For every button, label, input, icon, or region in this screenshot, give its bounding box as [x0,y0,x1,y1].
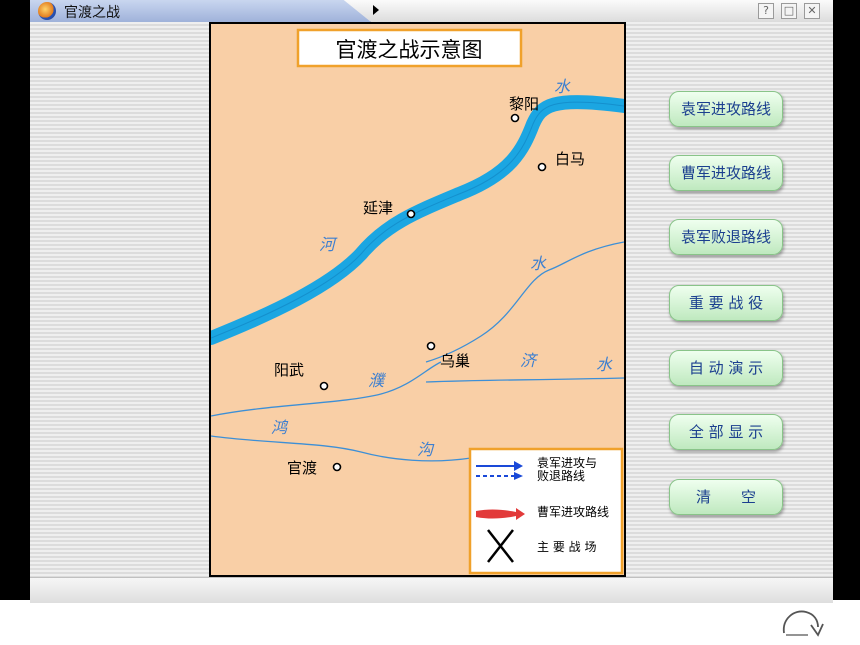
yanjin-dot [406,209,416,219]
left-black-border [0,0,30,600]
left-panel [30,22,209,577]
map-canvas: 官渡之战示意图 黎阳 白马 延津 乌巢 阳武 官渡 水 河 水 济 水 濮 鸿 … [211,24,624,575]
play-arrow-icon[interactable] [373,5,379,15]
title-tab: 官渡之战 [30,0,371,22]
place-liyang: 黎阳 [509,95,539,113]
place-yanjin: 延津 [363,199,393,217]
river-label-gou: 沟 [417,440,435,459]
yangwu-dot [319,381,329,391]
place-wuchao: 乌巢 [440,352,470,370]
yuan-attack-route-button[interactable]: 袁军进攻路线 [669,91,783,127]
important-battles-button[interactable]: 重 要 战 役 [669,285,783,321]
yuan-retreat-route-button[interactable]: 袁军败退路线 [669,219,783,255]
river-label-hong: 鸿 [271,418,289,437]
auto-demo-button[interactable]: 自 动 演 示 [669,350,783,386]
guandu-dot [332,462,342,472]
legend-cao-label: 曹军进攻路线 [537,504,609,519]
place-yangwu: 阳武 [274,361,304,379]
baima-dot [537,162,547,172]
app-logo-icon [38,2,56,20]
show-all-button[interactable]: 全 部 显 示 [669,414,783,450]
refresh-icon[interactable] [778,605,824,643]
right-black-border [833,0,860,600]
place-baima: 白马 [555,150,585,168]
river-label-he-shui: 水 [554,77,571,96]
help-icon[interactable]: ? [758,3,774,19]
map-title: 官渡之战示意图 [336,38,483,62]
bottom-status-bar [30,577,833,603]
wuchao-dot [426,341,436,351]
river-label-ji-shui: 水 [530,254,547,273]
river-label-ji-shui-2: 水 [596,355,613,374]
legend-battlefield-label: 主 要 战 场 [537,540,596,554]
close-icon[interactable]: ✕ [804,3,820,19]
window-titlebar: 官渡之战 ? □ ✕ [30,0,833,23]
liyang-dot [510,113,520,123]
app-title: 官渡之战 [64,5,120,21]
restore-icon[interactable]: □ [781,3,797,19]
clear-button[interactable]: 清 空 [669,479,783,515]
place-guandu: 官渡 [287,459,317,477]
cao-attack-route-button[interactable]: 曹军进攻路线 [669,155,783,191]
